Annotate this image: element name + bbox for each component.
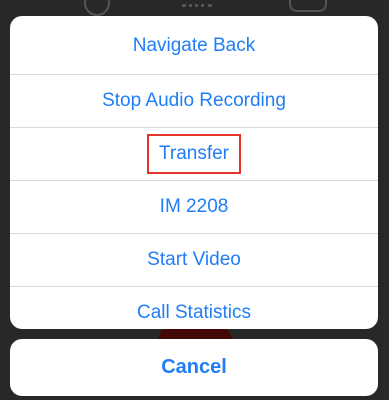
im-label: IM 2208 (159, 196, 229, 217)
start-video-option[interactable]: Start Video (10, 233, 378, 286)
call-statistics-option[interactable]: Call Statistics (10, 286, 378, 329)
navigate-back-label: Navigate Back (132, 35, 256, 56)
call-statistics-label: Call Statistics (136, 302, 252, 323)
navigate-back-option[interactable]: Navigate Back (10, 16, 378, 74)
action-sheet: Navigate Back Stop Audio Recording Trans… (10, 16, 378, 329)
stop-audio-recording-option[interactable]: Stop Audio Recording (10, 74, 378, 127)
cancel-button[interactable]: Cancel (10, 339, 378, 396)
im-option[interactable]: IM 2208 (10, 180, 378, 233)
cancel-label: Cancel (161, 356, 227, 378)
start-video-label: Start Video (147, 249, 241, 270)
call-screen: Navigate Back Stop Audio Recording Trans… (0, 0, 389, 400)
transfer-label: Transfer (146, 134, 242, 174)
transfer-option[interactable]: Transfer (10, 127, 378, 180)
stop-audio-recording-label: Stop Audio Recording (102, 90, 286, 111)
